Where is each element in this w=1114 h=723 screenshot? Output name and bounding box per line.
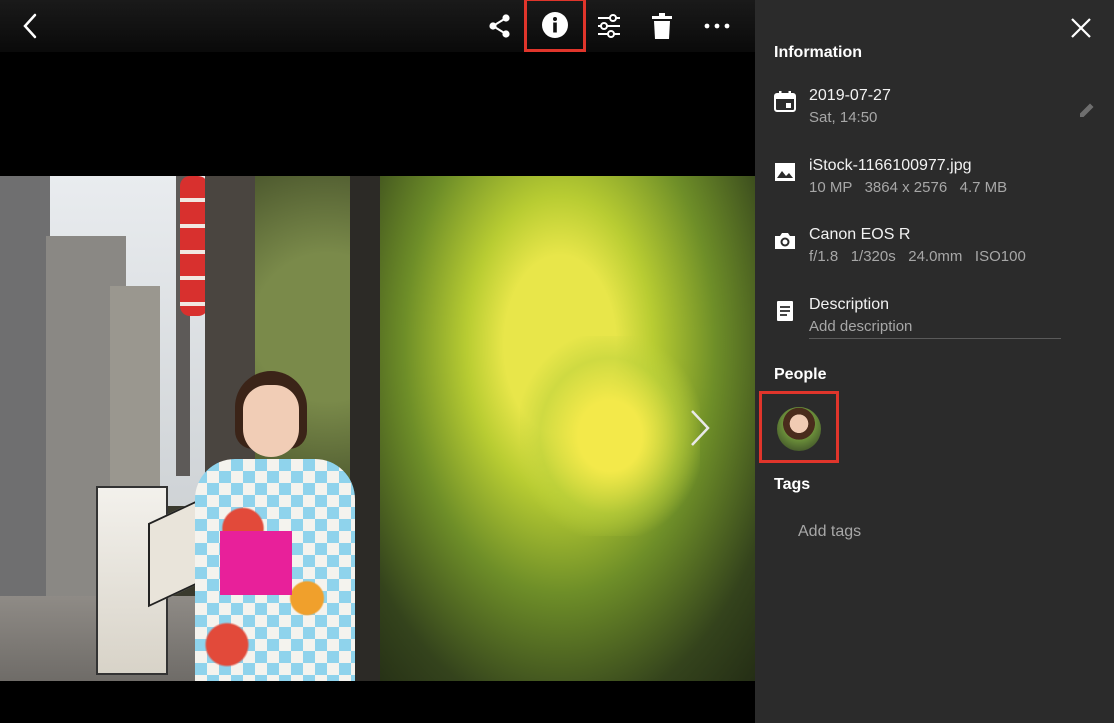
edit-date-icon[interactable]	[1077, 100, 1097, 120]
calendar-icon	[774, 91, 796, 112]
add-tags-input[interactable]: Add tags	[798, 523, 861, 541]
close-button[interactable]	[1063, 8, 1099, 48]
adjust-icon	[598, 14, 620, 38]
image-icon	[775, 163, 795, 181]
file-name: iStock-1166100977.jpg	[809, 157, 972, 174]
delete-button[interactable]	[642, 6, 682, 46]
chevron-right-icon	[691, 410, 710, 446]
viewer-toolbar	[0, 0, 755, 52]
close-icon	[1071, 18, 1091, 38]
day-time-text: Sat, 14:50	[809, 109, 878, 126]
date-row: 2019-07-27 Sat, 14:50	[774, 87, 1094, 131]
person-highlight	[759, 391, 839, 463]
info-icon	[542, 12, 568, 38]
share-button[interactable]	[480, 6, 520, 46]
description-label: Description	[809, 296, 890, 313]
document-icon	[777, 301, 793, 321]
tags-title: Tags	[774, 476, 811, 493]
camera-icon	[775, 233, 795, 249]
camera-row: Canon EOS R f/1.8 1/320s 24.0mm ISO100	[774, 226, 1094, 270]
next-photo-button[interactable]	[680, 405, 720, 451]
person-avatar[interactable]	[777, 407, 821, 451]
camera-model: Canon EOS R	[809, 226, 911, 243]
back-button[interactable]	[11, 6, 51, 46]
description-row: Description	[774, 296, 1094, 321]
adjust-button[interactable]	[589, 6, 629, 46]
photo-viewer	[0, 0, 755, 723]
delete-icon	[652, 13, 672, 39]
info-button[interactable]	[524, 0, 586, 52]
file-meta: 10 MP 3864 x 2576 4.7 MB	[809, 179, 1008, 196]
camera-meta: f/1.8 1/320s 24.0mm ISO100	[809, 248, 1026, 265]
date-text: 2019-07-27	[809, 87, 891, 104]
photo-image	[0, 176, 755, 681]
share-icon	[489, 14, 510, 38]
more-button[interactable]	[697, 6, 737, 46]
info-title: Information	[774, 44, 862, 61]
description-input[interactable]: Add description	[809, 318, 1061, 339]
file-row: iStock-1166100977.jpg 10 MP 3864 x 2576 …	[774, 157, 1094, 201]
more-icon	[704, 23, 730, 29]
back-icon	[23, 13, 37, 39]
info-panel: Information 2019-07-27 Sat, 14:50 iStock…	[755, 0, 1114, 723]
people-title: People	[774, 366, 827, 383]
